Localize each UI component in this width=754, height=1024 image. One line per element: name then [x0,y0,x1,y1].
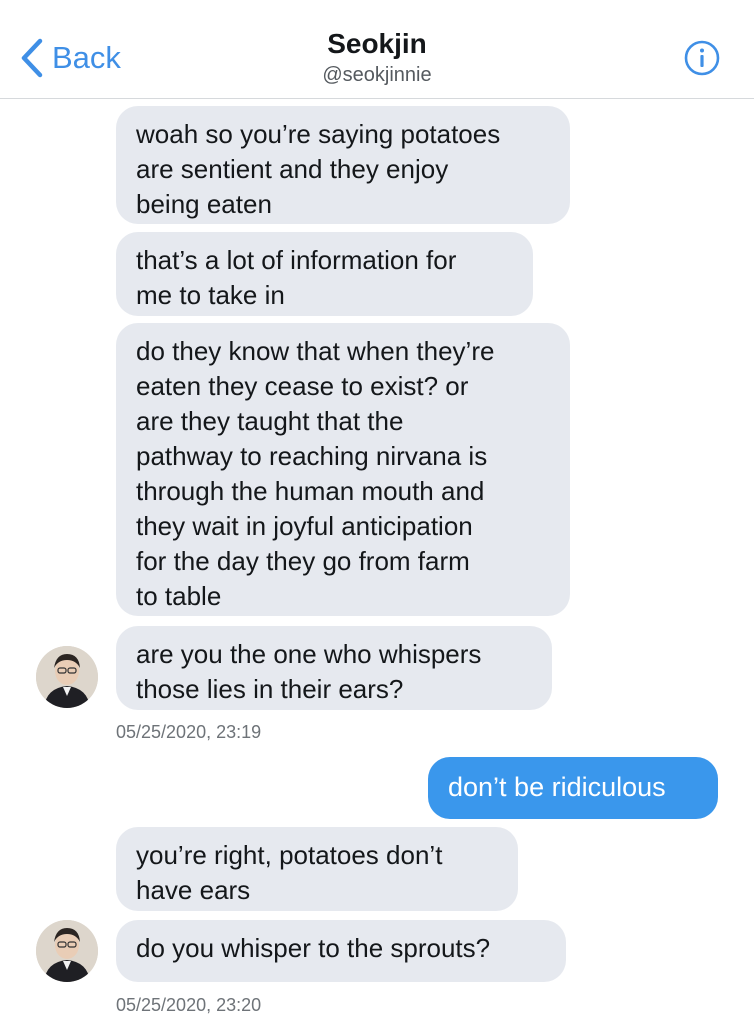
avatar[interactable] [36,646,98,708]
contact-info: Seokjin @seokjinnie [0,26,754,88]
message-bubble-outgoing[interactable]: don’t be ridiculous [428,757,718,819]
message-timestamp: 05/25/2020, 23:19 [116,722,262,742]
message-bubble-incoming[interactable]: do you whisper to the sprouts? [116,920,566,982]
message-bubble-incoming[interactable]: you’re right, potatoes don’t have ears [116,827,518,911]
contact-name: Seokjin [327,28,427,59]
message-bubble-incoming[interactable]: do they know that when they’re eaten the… [116,323,570,616]
conversation-header: Back Seokjin @seokjinnie [0,0,754,99]
contact-handle: @seokjinnie [322,64,432,86]
message-bubble-incoming[interactable]: are you the one who whispers those lies … [116,626,552,710]
avatar[interactable] [36,920,98,982]
message-timestamp: 05/25/2020, 23:20 [116,995,262,1015]
message-bubble-incoming[interactable]: woah so you’re saying potatoes are senti… [116,106,570,224]
info-icon[interactable] [684,40,720,76]
avatar-image [36,646,98,708]
avatar-image [36,920,98,982]
message-bubble-incoming[interactable]: that’s a lot of information for me to ta… [116,232,533,316]
